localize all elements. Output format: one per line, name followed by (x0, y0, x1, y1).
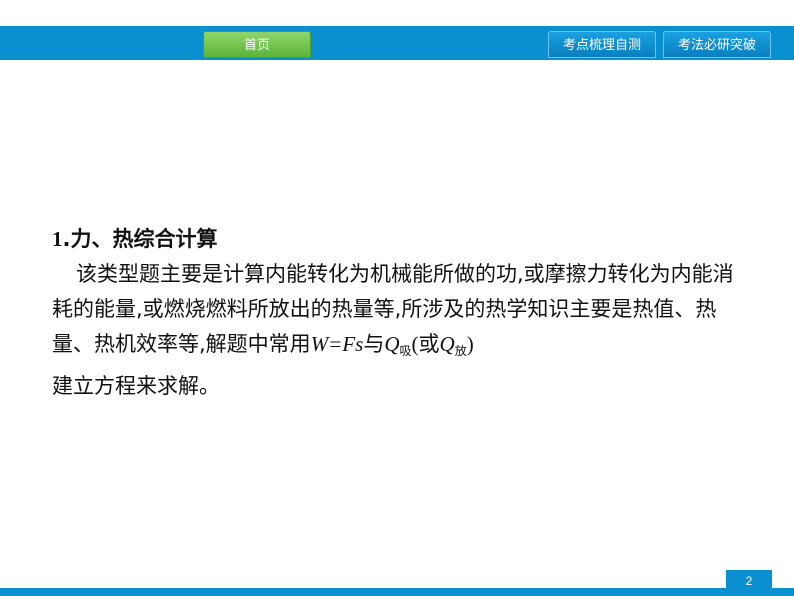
heading-number: 1 (52, 227, 63, 251)
tab-exam-points-review[interactable]: 考点梳理自测 (548, 31, 656, 58)
home-button[interactable]: 首页 (203, 31, 311, 58)
connector-text: 与 (363, 332, 385, 356)
symbol-q-release: Q放 (439, 332, 467, 358)
paren-open: ( (411, 332, 419, 356)
heading-text: .力、热综合计算 (62, 227, 218, 251)
body-paragraph: 该类型题主要是计算内能转化为机械能所做的功,或摩擦力转化为内能消耗的能量,或燃烧… (52, 257, 752, 404)
or-text: 或 (418, 332, 440, 356)
q-subscript-absorb: 吸 (399, 344, 412, 358)
q-letter: Q (384, 332, 400, 356)
paren-close: ) (466, 332, 474, 356)
q-subscript-release: 放 (454, 344, 467, 358)
section-heading: 1.力、热综合计算 (52, 222, 752, 257)
q-letter: Q (439, 332, 455, 356)
page-number: 2 (726, 570, 772, 592)
bottom-bar (0, 588, 794, 596)
ending-text: 建立方程来求解。 (52, 374, 220, 398)
slide-content: 1.力、热综合计算 该类型题主要是计算内能转化为机械能所做的功,或摩擦力转化为内… (52, 222, 752, 404)
symbol-q-absorb: Q吸 (384, 332, 412, 358)
formula-work: W=Fs (310, 332, 364, 356)
tab-method-breakthrough[interactable]: 考法必研突破 (663, 31, 771, 58)
